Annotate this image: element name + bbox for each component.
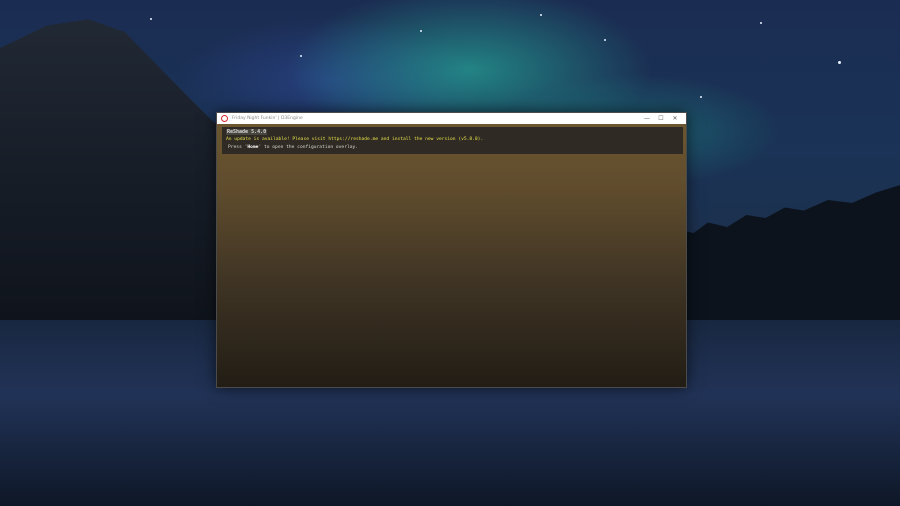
game-canvas[interactable]: ReShade 5.4.0 An update is available! Pl… xyxy=(217,124,686,387)
star xyxy=(700,96,702,98)
reshade-version: ReShade 5.4.0 xyxy=(226,129,679,136)
reshade-banner: ReShade 5.4.0 An update is available! Pl… xyxy=(222,127,683,154)
title-bar[interactable]: Friday Night Funkin' | D3Engine — ☐ ✕ xyxy=(217,113,686,124)
version-label: ReShade 5.4.0 xyxy=(226,129,268,135)
star xyxy=(838,61,841,64)
window-title: Friday Night Funkin' | D3Engine xyxy=(232,116,303,121)
treeline-silhouette xyxy=(660,185,900,320)
hint-prefix: Press ' xyxy=(228,145,248,150)
star xyxy=(420,30,422,32)
star xyxy=(540,14,542,16)
close-button[interactable]: ✕ xyxy=(668,113,682,124)
maximize-button[interactable]: ☐ xyxy=(654,113,668,124)
star xyxy=(150,18,152,20)
overlay-hint: Press 'Home' to open the configuration o… xyxy=(226,143,679,152)
hint-key: Home xyxy=(247,145,259,150)
star xyxy=(300,55,302,57)
minimize-button[interactable]: — xyxy=(640,113,654,124)
window-controls: — ☐ ✕ xyxy=(640,113,682,124)
app-window[interactable]: Friday Night Funkin' | D3Engine — ☐ ✕ Re… xyxy=(216,112,687,388)
opera-icon xyxy=(221,115,228,122)
star xyxy=(604,39,606,41)
star xyxy=(760,22,762,24)
update-notice: An update is available! Please visit htt… xyxy=(226,137,484,142)
hint-suffix: ' to open the configuration overlay. xyxy=(258,145,359,150)
